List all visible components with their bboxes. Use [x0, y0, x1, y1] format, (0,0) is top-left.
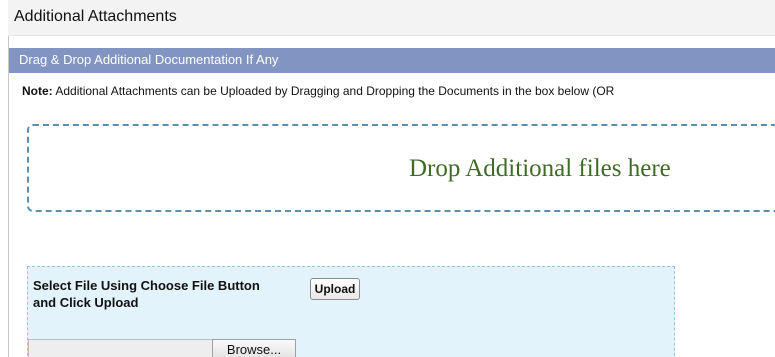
attachments-panel: Drag & Drop Additional Documentation If …: [8, 36, 775, 357]
section-title: Additional Attachments: [14, 8, 177, 25]
file-select-box: Select File Using Choose File Button and…: [27, 266, 675, 357]
drag-drop-header: Drag & Drop Additional Documentation If …: [9, 48, 775, 73]
note-row: Note: Additional Attachments can be Uplo…: [22, 84, 614, 98]
drag-drop-header-label: Drag & Drop Additional Documentation If …: [19, 52, 279, 67]
file-select-label: Select File Using Choose File Button and…: [33, 277, 313, 311]
drop-zone-text: Drop Additional files here: [409, 155, 671, 182]
note-label: Note:: [22, 84, 53, 98]
note-text: Additional Attachments can be Uploaded b…: [55, 84, 615, 98]
attachments-page: Additional Attachments Drag & Drop Addit…: [0, 0, 775, 357]
file-select-label-line2: and Click Upload: [33, 295, 139, 310]
browse-button[interactable]: Browse...: [212, 339, 296, 357]
upload-button[interactable]: Upload: [310, 278, 360, 300]
section-title-bar: Additional Attachments: [8, 0, 775, 36]
file-select-label-line1: Select File Using Choose File Button: [33, 278, 260, 293]
